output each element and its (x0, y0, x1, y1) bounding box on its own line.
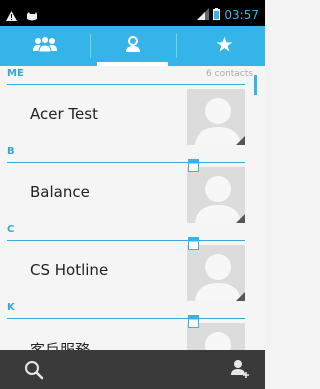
battery-icon (213, 5, 221, 24)
sim-card-icon (188, 157, 199, 176)
section-header-b: B (0, 144, 265, 163)
star-icon (216, 36, 233, 57)
avatar[interactable] (187, 89, 245, 145)
contact-name: CS Hotline (30, 261, 109, 279)
section-letter: ME (7, 68, 24, 79)
contact-list[interactable]: ME 6 contacts Acer Test B Balance C CS H… (0, 66, 265, 350)
contacts-count: 6 contacts (206, 69, 253, 79)
section-header-c: C (0, 222, 265, 241)
list-item-cs-hotline[interactable]: CS Hotline (0, 237, 265, 301)
tab-bar (0, 26, 265, 66)
tab-groups[interactable] (0, 26, 90, 66)
sim-card-icon (188, 313, 199, 332)
section-letter: C (7, 224, 15, 235)
section-header-me: ME 6 contacts (0, 66, 265, 85)
warning-icon (6, 6, 17, 25)
scrollbar-thumb[interactable] (254, 75, 257, 95)
clock: 03:57 (224, 7, 259, 22)
section-letter: K (7, 302, 15, 313)
list-item-acer-test[interactable]: Acer Test (0, 85, 265, 145)
status-bar: 03:57 (0, 0, 265, 26)
groups-icon (32, 36, 58, 56)
section-header-k: K (0, 300, 265, 319)
sim-card-icon (188, 235, 199, 254)
signal-icon (197, 5, 210, 24)
bottom-action-bar (0, 350, 265, 389)
add-contact-icon[interactable] (229, 359, 251, 383)
list-item-customer-service[interactable]: 客戶服務 (0, 315, 265, 350)
search-icon[interactable] (24, 360, 44, 384)
cat-icon (26, 6, 38, 25)
contact-name: Balance (30, 183, 90, 201)
tab-favorites[interactable] (183, 26, 265, 66)
tab-divider (176, 34, 177, 58)
tab-divider (90, 34, 91, 58)
contacts-icon (125, 36, 141, 56)
tab-contacts[interactable] (97, 26, 168, 66)
contact-name: 客戶服務 (30, 341, 91, 350)
contact-name: Acer Test (30, 105, 98, 123)
default-avatar-icon (195, 98, 245, 145)
list-item-balance[interactable]: Balance (0, 159, 265, 223)
section-letter: B (7, 146, 15, 157)
